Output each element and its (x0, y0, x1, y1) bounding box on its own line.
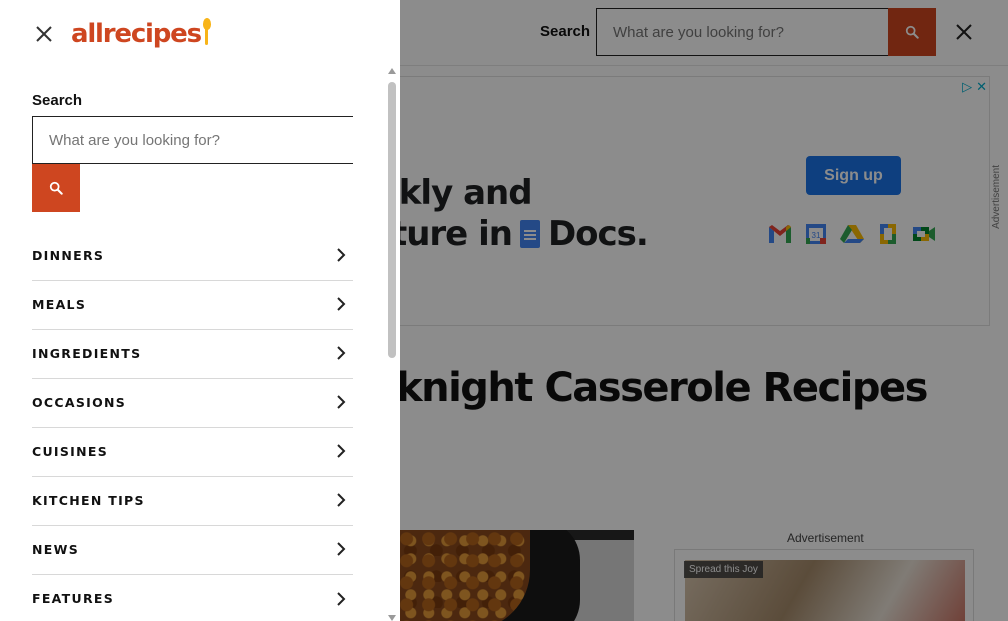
nav-item-label: CUISINES (32, 443, 109, 459)
chevron-right-icon (333, 394, 349, 410)
nav-item-dinners[interactable]: DINNERS (32, 232, 353, 281)
nav-drawer: allrecipes Search DINNERS MEALS INGREDIE… (0, 0, 400, 621)
nav-item-cuisines[interactable]: CUISINES (32, 428, 353, 477)
nav-item-label: KITCHEN TIPS (32, 492, 145, 508)
scroll-down-arrow[interactable] (388, 615, 396, 621)
nav-item-label: NEWS (32, 541, 79, 557)
drawer-scrollbar[interactable] (387, 68, 397, 621)
chevron-right-icon (333, 247, 349, 263)
nav-item-kitchen-tips[interactable]: KITCHEN TIPS (32, 477, 353, 526)
nav-item-label: MEALS (32, 296, 87, 312)
nav-item-label: INGREDIENTS (32, 345, 142, 361)
spoon-icon (202, 18, 211, 46)
nav-item-label: DINNERS (32, 247, 105, 263)
scroll-up-arrow[interactable] (388, 68, 396, 74)
chevron-right-icon (333, 541, 349, 557)
chevron-right-icon (333, 296, 349, 312)
search-icon (49, 181, 63, 195)
chevron-right-icon (333, 492, 349, 508)
chevron-right-icon (333, 591, 349, 607)
nav-item-ingredients[interactable]: INGREDIENTS (32, 330, 353, 379)
drawer-close-button[interactable] (30, 20, 58, 48)
brand-logo[interactable]: allrecipes (71, 14, 211, 54)
drawer-search-button[interactable] (32, 164, 80, 212)
nav-item-features[interactable]: FEATURES (32, 575, 353, 621)
chevron-right-icon (333, 345, 349, 361)
scroll-thumb[interactable] (388, 82, 396, 358)
nav-item-news[interactable]: NEWS (32, 526, 353, 575)
nav-item-label: FEATURES (32, 591, 115, 606)
nav-item-meals[interactable]: MEALS (32, 281, 353, 330)
close-icon (36, 26, 52, 42)
nav-item-label: OCCASIONS (32, 394, 127, 410)
chevron-right-icon (333, 443, 349, 459)
drawer-nav: DINNERS MEALS INGREDIENTS OCCASIONS CUIS… (32, 232, 353, 621)
drawer-search-input[interactable] (32, 116, 353, 164)
drawer-search-label: Search (32, 92, 83, 109)
nav-item-occasions[interactable]: OCCASIONS (32, 379, 353, 428)
brand-wordmark: allrecipes (71, 19, 202, 49)
